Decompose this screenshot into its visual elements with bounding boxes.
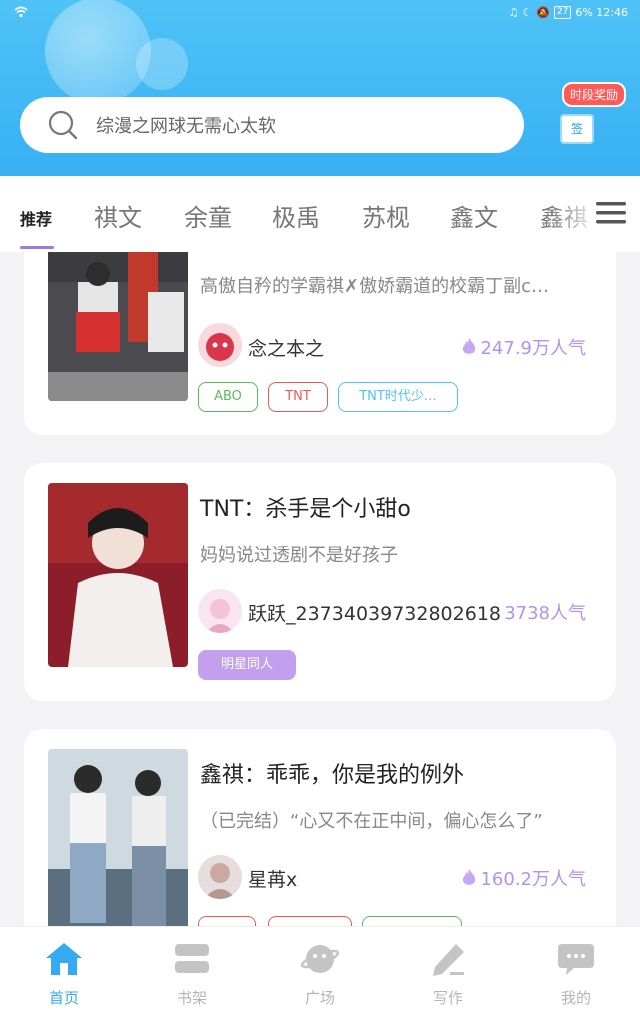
- tag[interactable]: [268, 916, 352, 926]
- active-tab-indicator: [20, 246, 54, 249]
- popularity: 247.9万人气: [460, 334, 586, 360]
- flame-icon: [463, 869, 476, 885]
- popularity: 3738人气: [504, 599, 586, 625]
- search-bar[interactable]: 综漫之网球无需心太软: [20, 97, 524, 153]
- battery-icon: 27: [553, 6, 572, 19]
- book-cover: [48, 749, 188, 926]
- decor-bubble-small: [136, 38, 188, 90]
- author-name: 念之本之: [248, 338, 325, 360]
- book-desc: （已完结）“心又不在正中间，偏心怎么了”: [200, 811, 543, 832]
- book-cover: [48, 252, 188, 401]
- nav-label: 书架: [176, 989, 207, 1007]
- author-avatar: [198, 323, 242, 367]
- gift-icon: 签: [560, 114, 594, 144]
- nav-mine[interactable]: 我的: [536, 941, 616, 1008]
- status-time: 6% 12:46: [575, 6, 628, 19]
- tab-sujian[interactable]: 苏枧: [362, 198, 410, 233]
- bottom-nav: 首页 书架 广场 写作 我的: [0, 926, 640, 1024]
- nav-label: 广场: [304, 989, 335, 1007]
- book-desc: 妈妈说过透剧不是好孩子: [200, 545, 398, 566]
- search-icon: [48, 110, 78, 140]
- author-name: 星苒x: [248, 869, 298, 891]
- popularity-value: 3738人气: [504, 603, 586, 624]
- menu-icon[interactable]: [594, 198, 628, 228]
- tag[interactable]: TNT: [268, 382, 328, 412]
- tag[interactable]: [198, 916, 256, 926]
- headphone-icon: ♫: [508, 6, 519, 19]
- chat-bubble-icon: [558, 944, 594, 975]
- home-icon: [46, 943, 82, 975]
- status-bar: ♫ ☾ 🔕 27 6% 12:46: [0, 0, 640, 26]
- book-title: 鑫祺：乖乖，你是我的例外: [200, 763, 465, 788]
- search-placeholder: 综漫之网球无需心太软: [96, 116, 276, 137]
- tab-yutong[interactable]: 余童: [184, 198, 232, 233]
- wifi-icon: [14, 6, 28, 18]
- tab-qiwen[interactable]: 祺文: [94, 198, 142, 233]
- tag[interactable]: TNT时代少…: [338, 382, 458, 412]
- nav-plaza[interactable]: 广场: [280, 941, 360, 1008]
- moon-icon: ☾: [522, 6, 533, 19]
- pen-icon: [433, 944, 464, 976]
- popularity-value: 247.9万人气: [480, 338, 586, 359]
- category-tabs: 推荐 祺文 余童 极禹 苏枧 鑫文 鑫祺: [0, 176, 640, 252]
- reward-button[interactable]: 时段奖励 签: [552, 80, 628, 150]
- tag[interactable]: [362, 916, 462, 926]
- nav-write[interactable]: 写作: [408, 941, 488, 1008]
- book-title: TNT：杀手是个小甜o: [200, 497, 411, 522]
- tab-xinwen[interactable]: 鑫文: [450, 198, 498, 233]
- status-right: ♫ ☾ 🔕 27 6% 12:46: [508, 6, 628, 19]
- nav-label: 写作: [432, 989, 463, 1007]
- bookshelf-icon: [175, 944, 209, 973]
- popularity-value: 160.2万人气: [480, 869, 586, 890]
- planet-icon: [300, 945, 340, 973]
- book-list: 高傲自矜的学霸祺✗傲娇霸道的校霸丁副c… 念之本之 247.9万人气 ABO T…: [0, 252, 640, 926]
- tab-jiyu[interactable]: 极禹: [272, 198, 320, 233]
- nav-label: 我的: [560, 989, 591, 1007]
- header: ♫ ☾ 🔕 27 6% 12:46 综漫之网球无需心太软 时段奖励 签: [0, 0, 640, 176]
- book-card[interactable]: 鑫祺：乖乖，你是我的例外 （已完结）“心又不在正中间，偏心怎么了” 星苒x 16…: [24, 729, 616, 926]
- tab-recommend[interactable]: 推荐: [20, 206, 52, 230]
- mute-icon: 🔕: [536, 6, 550, 19]
- author-avatar: [198, 855, 242, 899]
- tag[interactable]: 明星同人: [198, 650, 296, 680]
- author-avatar: [198, 589, 242, 633]
- popularity: 160.2万人气: [460, 865, 586, 891]
- tag[interactable]: ABO: [198, 382, 258, 412]
- book-card[interactable]: 高傲自矜的学霸祺✗傲娇霸道的校霸丁副c… 念之本之 247.9万人气 ABO T…: [24, 252, 616, 435]
- nav-label: 首页: [48, 989, 79, 1007]
- author-name: 跃跃_23734039732802618: [248, 603, 502, 625]
- nav-home[interactable]: 首页: [24, 941, 104, 1008]
- book-cover: [48, 483, 188, 667]
- reward-badge: 时段奖励: [562, 82, 627, 107]
- book-card[interactable]: TNT：杀手是个小甜o 妈妈说过透剧不是好孩子 跃跃_2373403973280…: [24, 463, 616, 701]
- flame-icon: [463, 338, 476, 354]
- book-desc: 高傲自矜的学霸祺✗傲娇霸道的校霸丁副c…: [200, 276, 549, 297]
- nav-bookshelf[interactable]: 书架: [152, 941, 232, 1008]
